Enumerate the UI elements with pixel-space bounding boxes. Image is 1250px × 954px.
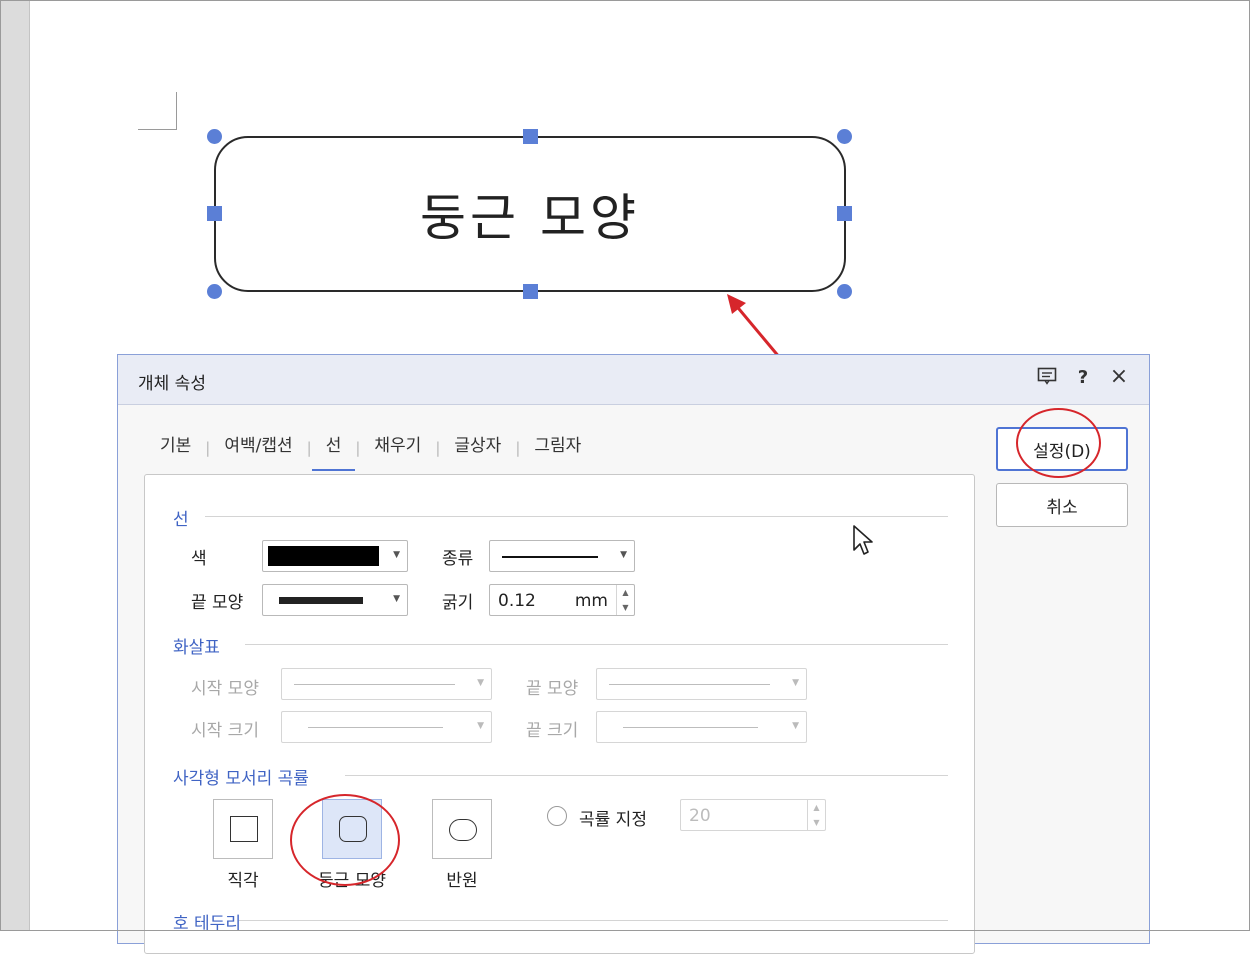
- line-settings-panel: 선 색 ▼ 종류 ▼ 끝 모양 ▼ 굵기 0.12 mm ▲ ▼ 화살표 시작 모…: [144, 474, 975, 954]
- arrow-end-shape-label: 끝 모양: [526, 679, 579, 699]
- resize-handle-left[interactable]: [207, 206, 222, 221]
- object-properties-dialog: 개체 속성 ? × 기본 | 여백/캡션 | 선 | 채우기 | 글상자 | 그…: [117, 354, 1150, 954]
- tab-bar: 기본 | 여백/캡션 | 선 | 채우기 | 글상자 | 그림자: [146, 431, 595, 471]
- resize-handle-bottom-right[interactable]: [837, 284, 852, 299]
- custom-curvature-label: 곡률 지정: [579, 810, 647, 830]
- line-color-select[interactable]: ▼: [262, 540, 408, 572]
- end-shape-label: 끝 모양: [191, 593, 244, 613]
- chevron-down-icon: ▼: [792, 721, 799, 731]
- corner-rounded-label: 둥근 모양: [318, 871, 386, 891]
- comment-icon[interactable]: [1036, 367, 1058, 390]
- spin-buttons[interactable]: ▲ ▼: [807, 800, 825, 830]
- arrow-end-size-select[interactable]: ▼: [596, 711, 807, 743]
- custom-curvature-radio[interactable]: [547, 806, 567, 826]
- document-left-gutter: [0, 0, 30, 931]
- thickness-stepper[interactable]: 0.12 mm ▲ ▼: [489, 584, 635, 616]
- close-icon[interactable]: ×: [1108, 364, 1130, 389]
- square-corner-icon: [230, 816, 258, 842]
- thickness-value: 0.12: [498, 591, 536, 611]
- tab-fill[interactable]: 채우기: [360, 431, 435, 471]
- line-style-sample: [609, 684, 770, 685]
- resize-handle-top-left[interactable]: [207, 129, 222, 144]
- tab-textbox[interactable]: 글상자: [440, 431, 515, 471]
- corner-semicircle-label: 반원: [446, 871, 478, 891]
- tab-margin-caption[interactable]: 여백/캡션: [210, 431, 306, 471]
- tab-basic[interactable]: 기본: [146, 431, 205, 471]
- mouse-cursor-icon: [853, 525, 873, 555]
- resize-handle-bottom[interactable]: [523, 284, 538, 299]
- line-end-shape-select[interactable]: ▼: [262, 584, 408, 616]
- rounded-corner-icon: [339, 816, 367, 842]
- resize-handle-right[interactable]: [837, 206, 852, 221]
- section-title-corner: 사각형 모서리 곡률: [173, 769, 309, 789]
- start-shape-label: 시작 모양: [191, 679, 259, 699]
- tab-line[interactable]: 선: [311, 431, 356, 471]
- chevron-down-icon: ▼: [477, 721, 484, 731]
- section-title-arc-border: 호 테두리: [173, 914, 241, 934]
- resize-handle-top[interactable]: [523, 129, 538, 144]
- arrow-start-shape-select[interactable]: ▼: [281, 668, 492, 700]
- chevron-down-icon: ▼: [477, 678, 484, 688]
- section-divider: [245, 644, 948, 645]
- chevron-down-icon: ▼: [393, 550, 400, 560]
- color-swatch: [268, 546, 379, 566]
- color-label: 색: [191, 549, 207, 569]
- thickness-unit: mm: [574, 591, 608, 611]
- section-divider: [205, 516, 948, 517]
- curvature-stepper[interactable]: 20 ▲ ▼: [680, 799, 826, 831]
- start-size-label: 시작 크기: [191, 721, 259, 741]
- semicircle-corner-icon: [449, 819, 477, 841]
- corner-square-button[interactable]: [213, 799, 273, 859]
- tab-shadow[interactable]: 그림자: [520, 431, 595, 471]
- chevron-down-icon: ▼: [620, 550, 627, 560]
- curvature-value: 20: [689, 806, 711, 826]
- cancel-button[interactable]: 취소: [996, 483, 1128, 527]
- dialog-titlebar[interactable]: 개체 속성 ? ×: [118, 355, 1149, 405]
- page-corner-mark: [138, 92, 177, 130]
- arrow-start-size-select[interactable]: ▼: [281, 711, 492, 743]
- chevron-down-icon: ▼: [393, 594, 400, 604]
- help-icon[interactable]: ?: [1072, 367, 1094, 388]
- resize-handle-top-right[interactable]: [837, 129, 852, 144]
- arrow-end-shape-select[interactable]: ▼: [596, 668, 807, 700]
- line-type-select[interactable]: ▼: [489, 540, 635, 572]
- shape-text: 둥근 모양: [420, 189, 640, 247]
- line-style-sample: [623, 727, 758, 728]
- ok-button[interactable]: 설정(D): [996, 427, 1128, 471]
- spin-buttons[interactable]: ▲ ▼: [616, 585, 634, 615]
- line-style-sample: [502, 556, 598, 558]
- line-end-sample: [279, 597, 363, 604]
- section-divider: [239, 920, 948, 921]
- section-title-arrow: 화살표: [173, 638, 220, 658]
- chevron-down-icon: ▼: [792, 678, 799, 688]
- resize-handle-bottom-left[interactable]: [207, 284, 222, 299]
- section-divider: [345, 775, 948, 776]
- rounded-rectangle-shape[interactable]: 둥근 모양: [214, 136, 846, 292]
- dialog-title: 개체 속성: [138, 374, 206, 394]
- line-style-sample: [294, 684, 455, 685]
- arrow-end-size-label: 끝 크기: [526, 721, 579, 741]
- corner-square-label: 직각: [227, 871, 259, 891]
- annotation-arrow-icon: [727, 294, 782, 359]
- section-title-line: 선: [173, 510, 189, 530]
- line-type-label: 종류: [442, 549, 474, 569]
- line-style-sample: [308, 727, 443, 728]
- thickness-label: 굵기: [442, 593, 474, 613]
- corner-semicircle-button[interactable]: [432, 799, 492, 859]
- corner-rounded-button[interactable]: [322, 799, 382, 859]
